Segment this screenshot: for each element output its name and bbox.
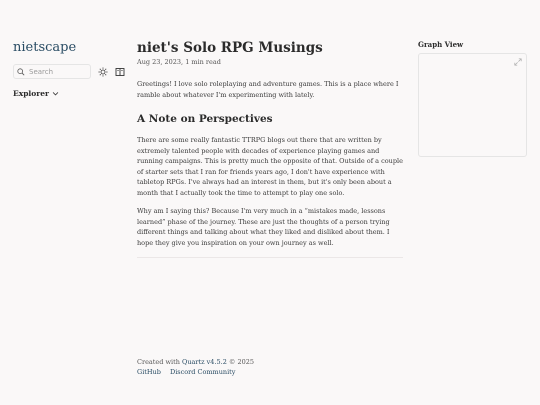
footer-links: GitHub Discord Community: [137, 367, 254, 377]
github-link[interactable]: GitHub: [137, 368, 161, 376]
right-sidebar: Graph View: [418, 40, 527, 157]
expand-icon[interactable]: [514, 58, 522, 66]
article-meta: Aug 23, 2023, 1 min read: [137, 58, 403, 66]
footer-credit: Created with Quartz v4.5.2 © 2025: [137, 357, 254, 367]
body-paragraph: There are some really fantastic TTRPG bl…: [137, 136, 403, 197]
intro-paragraph: Greetings! I love solo roleplaying and a…: [137, 80, 399, 99]
copyright-text: © 2025: [228, 358, 255, 366]
explorer-label: Explorer: [13, 89, 49, 98]
sun-icon: [98, 67, 108, 76]
body-paragraph: Why am I saying this? Because I'm very m…: [137, 207, 390, 247]
book-icon: [115, 67, 125, 76]
search-row: Search: [13, 64, 125, 79]
explorer-toggle[interactable]: Explorer: [13, 89, 125, 98]
divider: [137, 257, 403, 258]
graph-view[interactable]: [418, 53, 527, 157]
article: niet's Solo RPG Musings Aug 23, 2023, 1 …: [137, 40, 403, 258]
article-date: Aug 23, 2023,: [137, 58, 184, 66]
discord-link[interactable]: Discord Community: [170, 368, 235, 376]
search-icon: [17, 67, 25, 75]
search-placeholder: Search: [29, 67, 54, 76]
chevron-down-icon: [52, 92, 59, 96]
left-sidebar: nietscape Search Explorer: [13, 40, 125, 98]
graph-title: Graph View: [418, 40, 464, 49]
section-heading: A Note on Perspectives: [137, 113, 273, 125]
reader-mode-button[interactable]: [115, 67, 125, 77]
quartz-link[interactable]: Quartz v4.5.2: [182, 358, 227, 366]
read-time: 1 min read: [185, 58, 221, 66]
created-prefix: Created with: [137, 358, 180, 366]
search-input[interactable]: Search: [13, 64, 91, 79]
theme-toggle-button[interactable]: [98, 67, 108, 77]
site-title[interactable]: nietscape: [13, 40, 125, 56]
footer: Created with Quartz v4.5.2 © 2025 GitHub…: [137, 357, 254, 377]
page-title: niet's Solo RPG Musings: [137, 40, 323, 56]
